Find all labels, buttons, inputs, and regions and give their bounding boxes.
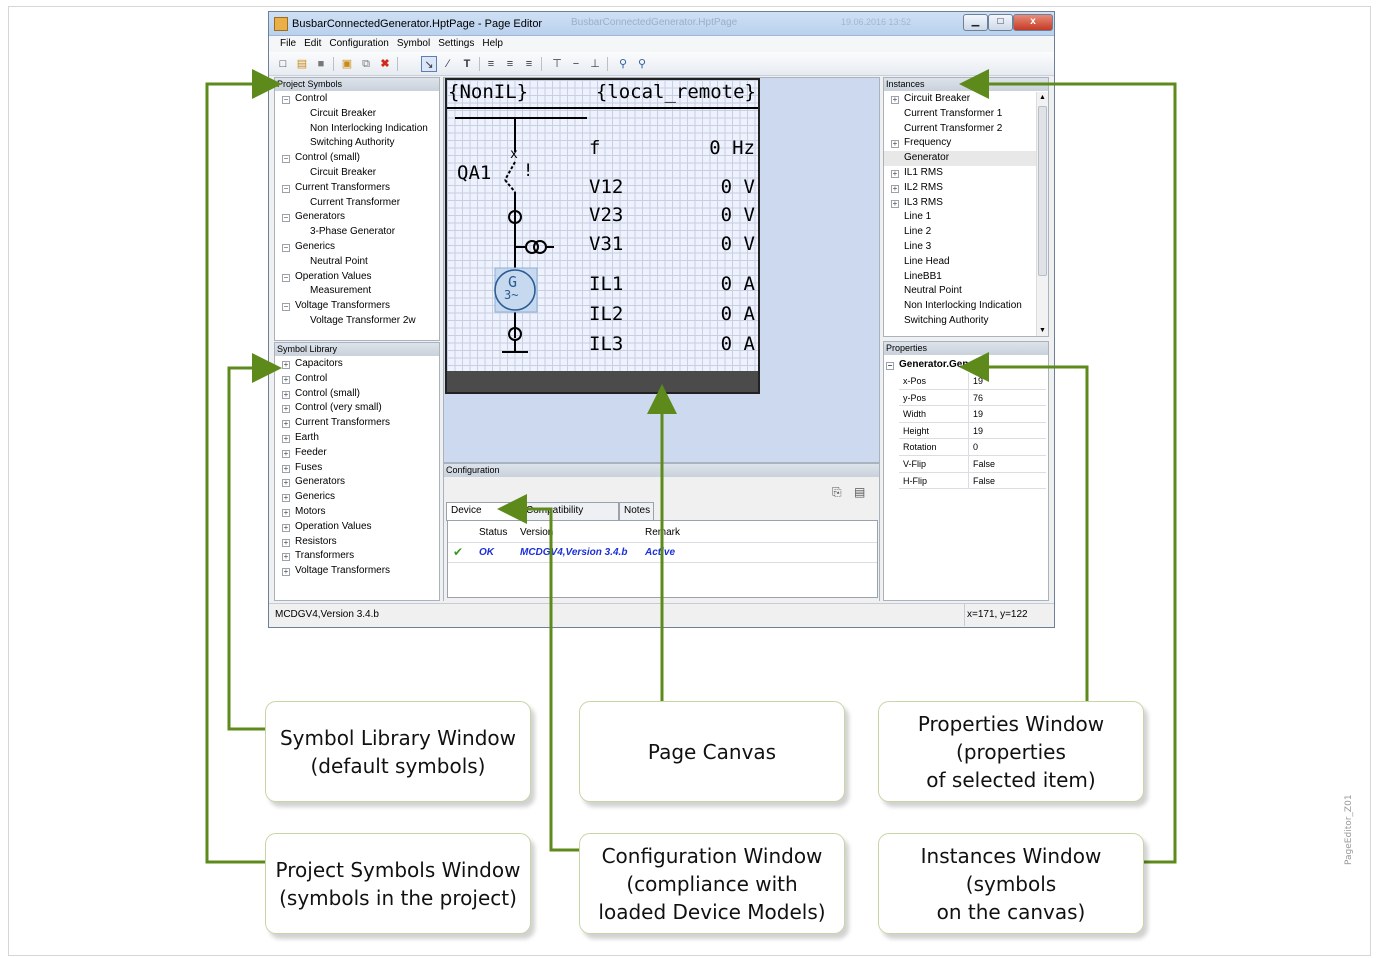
callout-properties: Properties Window (properties of selecte… [878, 701, 1144, 802]
callout-instances: Instances Window (symbols on the canvas) [878, 833, 1144, 934]
callout-configuration: Configuration Window (compliance with lo… [579, 833, 845, 934]
arrow-properties [959, 352, 1089, 701]
arrow-symbol-library [227, 353, 282, 731]
figure-id-label: PageEditor_Z01 [1344, 794, 1354, 865]
callout-arrows [205, 69, 1177, 864]
callout-project-symbols: Project Symbols Window (symbols in the p… [265, 833, 531, 934]
callout-page-canvas: Page Canvas [579, 701, 845, 802]
callout-symbol-library: Symbol Library Window (default symbols) [265, 701, 531, 802]
